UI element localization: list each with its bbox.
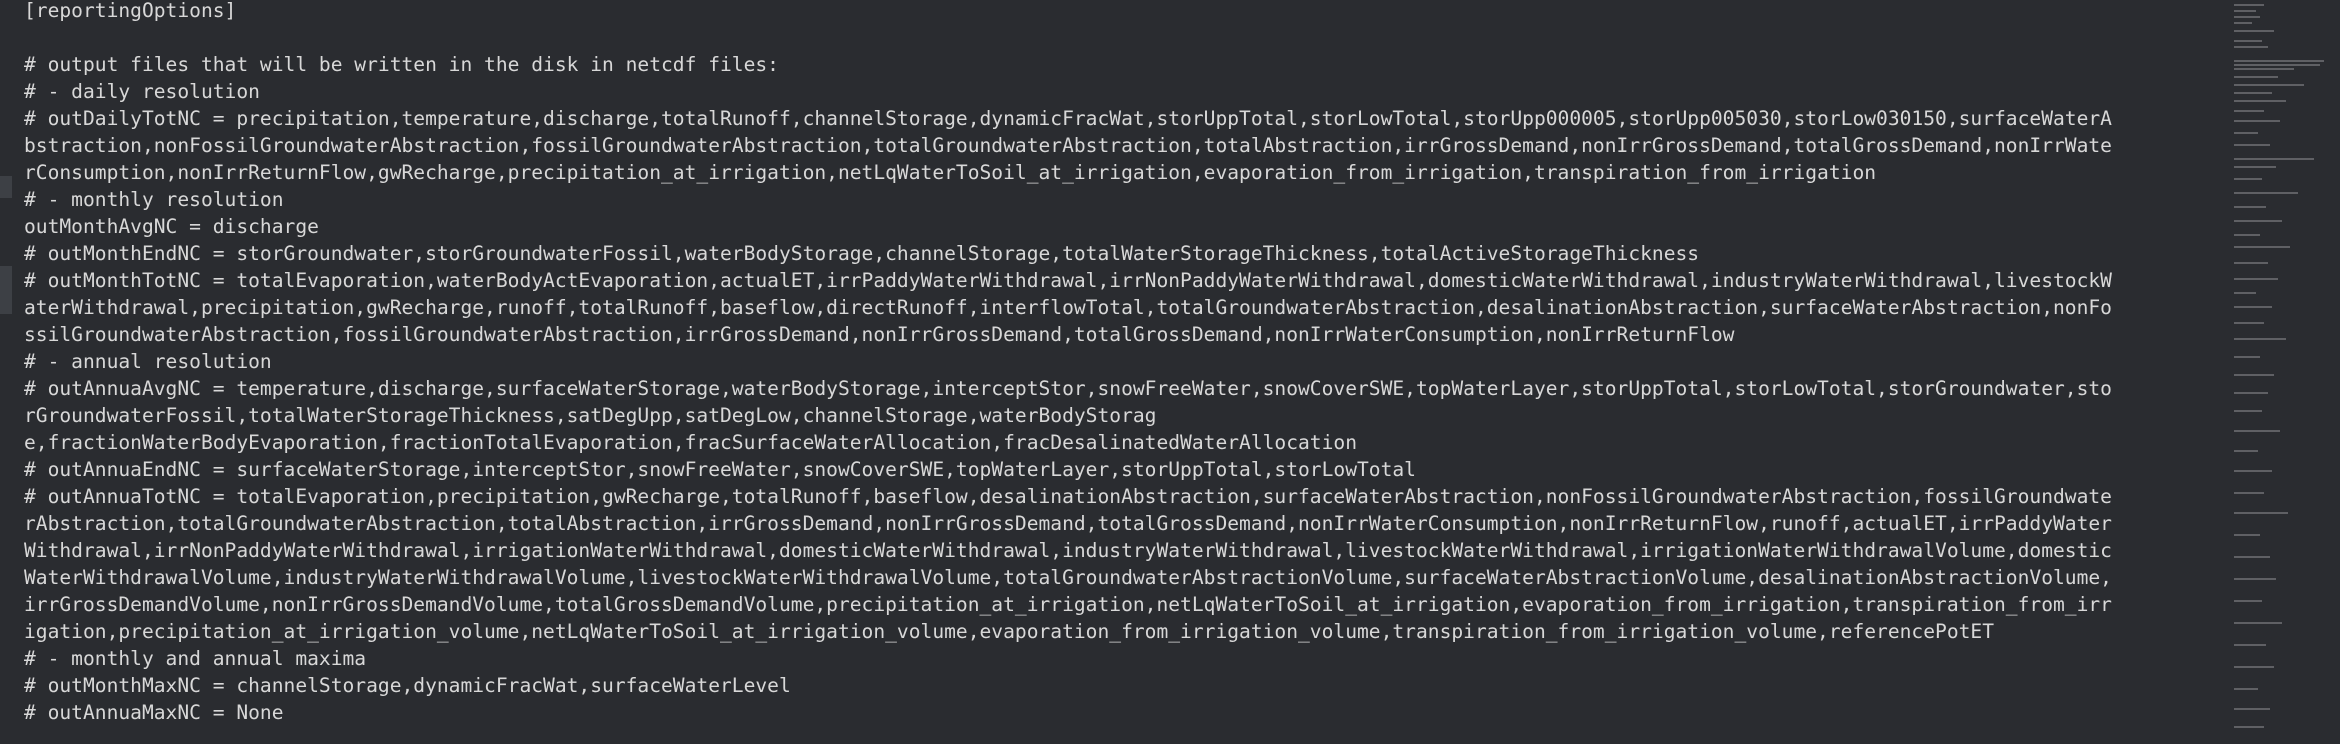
minimap-line: [2234, 4, 2264, 6]
minimap-line: [2234, 726, 2264, 728]
minimap-line: [2234, 166, 2276, 168]
minimap-line: [2234, 192, 2298, 194]
line-change-marker: [0, 176, 12, 198]
minimap-line: [2234, 92, 2272, 94]
code-line: # outMonthEndNC = storGroundwater,storGr…: [24, 242, 1700, 265]
line-change-marker: [0, 266, 12, 314]
code-editor[interactable]: [reportingOptions] # output files that w…: [0, 0, 2340, 744]
minimap-line: [2234, 220, 2282, 222]
minimap-line: [2234, 206, 2266, 208]
minimap-line: [2234, 356, 2260, 358]
code-line: rAbstraction,totalGroundwaterAbstraction…: [24, 512, 2112, 535]
code-line: aterWithdrawal,precipitation,gwRecharge,…: [24, 296, 2112, 319]
minimap-line: [2234, 392, 2268, 394]
code-line: [reportingOptions]: [24, 0, 237, 22]
code-line: # outAnnuaTotNC = totalEvaporation,preci…: [24, 485, 2112, 508]
minimap-line: [2234, 110, 2264, 112]
code-line: # outAnnuaMaxNC = None: [24, 701, 284, 724]
minimap-line: [2234, 10, 2256, 12]
minimap-line: [2234, 178, 2262, 180]
minimap-line: [2234, 430, 2280, 432]
minimap-line: [2234, 556, 2270, 558]
minimap-line: [2234, 84, 2304, 86]
code-line: # - annual resolution: [24, 350, 272, 373]
code-line: # - daily resolution: [24, 80, 260, 103]
code-line: rGroundwaterFossil,totalWaterStorageThic…: [24, 404, 1157, 427]
minimap-line: [2234, 46, 2268, 48]
minimap-line: [2234, 278, 2278, 280]
code-line: outMonthAvgNC = discharge: [24, 215, 319, 238]
minimap-line: [2234, 292, 2256, 294]
minimap-line: [2234, 534, 2260, 536]
code-line: # output files that will be written in t…: [24, 53, 779, 76]
minimap-line: [2234, 374, 2274, 376]
minimap-line: [2234, 100, 2286, 102]
code-line: igation,precipitation_at_irrigation_volu…: [24, 620, 1995, 643]
code-line: rConsumption,nonIrrReturnFlow,gwRecharge…: [24, 161, 1877, 184]
minimap-line: [2234, 234, 2260, 236]
minimap-line: [2234, 600, 2262, 602]
minimap-line: [2234, 410, 2262, 412]
minimap-line: [2234, 262, 2268, 264]
minimap-line: [2234, 68, 2294, 70]
minimap-line: [2234, 644, 2266, 646]
code-line: Withdrawal,irrNonPaddyWaterWithdrawal,ir…: [24, 539, 2112, 562]
minimap-line: [2234, 22, 2252, 24]
minimap-line: [2234, 246, 2290, 248]
minimap-line: [2234, 688, 2258, 690]
minimap-line: [2234, 120, 2280, 122]
code-line: e,fractionWaterBodyEvaporation,fractionT…: [24, 431, 1357, 454]
minimap-line: [2234, 338, 2286, 340]
minimap-line: [2234, 144, 2270, 146]
minimap-line: [2234, 470, 2272, 472]
code-line: # outAnnuaAvgNC = temperature,discharge,…: [24, 377, 2112, 400]
minimap-line: [2234, 40, 2262, 42]
minimap[interactable]: [2222, 0, 2340, 744]
code-line: # - monthly and annual maxima: [24, 647, 367, 670]
minimap-line: [2234, 132, 2258, 134]
minimap-line: [2234, 158, 2314, 160]
minimap-line: [2234, 450, 2258, 452]
minimap-line: [2234, 578, 2276, 580]
editor-text-area[interactable]: [reportingOptions] # output files that w…: [0, 0, 2222, 744]
code-line: irrGrossDemandVolume,nonIrrGrossDemandVo…: [24, 593, 2112, 616]
minimap-line: [2234, 60, 2324, 62]
code-line: # outAnnuaEndNC = surfaceWaterStorage,in…: [24, 458, 1416, 481]
code-line: # - monthly resolution: [24, 188, 284, 211]
minimap-line: [2234, 306, 2272, 308]
code-line: # outMonthTotNC = totalEvaporation,water…: [24, 269, 2112, 292]
code-line: # outMonthMaxNC = channelStorage,dynamic…: [24, 674, 791, 697]
minimap-line: [2234, 16, 2260, 18]
code-line: WaterWithdrawalVolume,industryWaterWithd…: [24, 566, 2112, 589]
minimap-line: [2234, 512, 2288, 514]
minimap-line: [2234, 322, 2264, 324]
minimap-line: [2234, 64, 2320, 66]
minimap-line: [2234, 622, 2282, 624]
code-line: ssilGroundwaterAbstraction,fossilGroundw…: [24, 323, 1735, 346]
minimap-line: [2234, 708, 2270, 710]
code-line: bstraction,nonFossilGroundwaterAbstracti…: [24, 134, 2112, 157]
minimap-line: [2234, 666, 2274, 668]
minimap-line: [2234, 76, 2278, 78]
minimap-line: [2234, 30, 2274, 32]
minimap-line: [2234, 492, 2264, 494]
code-line: # outDailyTotNC = precipitation,temperat…: [24, 107, 2112, 130]
